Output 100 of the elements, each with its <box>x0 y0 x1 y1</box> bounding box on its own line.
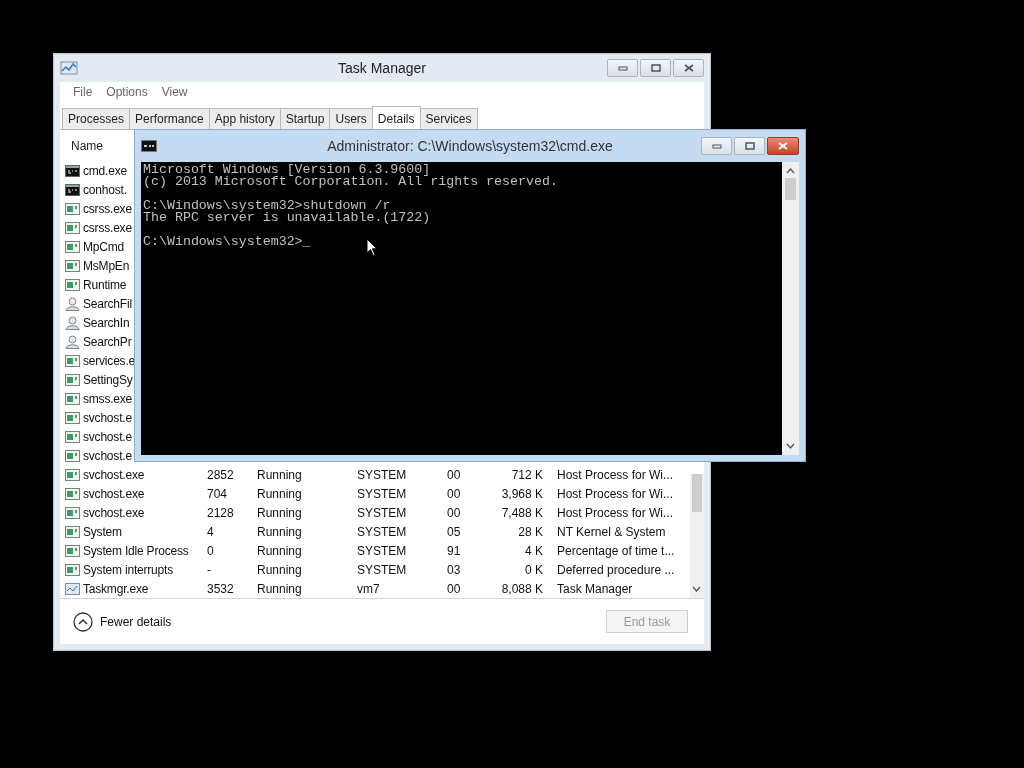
scroll-thumb[interactable] <box>692 474 702 512</box>
fewer-details-button[interactable]: Fewer details <box>73 611 172 632</box>
table-cell-text: 4 K <box>524 543 543 558</box>
table-cell: svchost.e <box>83 448 132 463</box>
table-cell-text: Running <box>257 581 303 596</box>
console-line: C:\Windows\system32>shutdown /r <box>143 198 391 213</box>
table-cell-text: Host Process for Wi... <box>557 467 675 482</box>
tab[interactable]: Services <box>419 108 478 129</box>
close-button[interactable] <box>767 137 799 155</box>
menu-item[interactable]: View <box>161 85 188 99</box>
maximize-icon <box>744 142 755 150</box>
table-cell: smss.exe <box>83 391 133 406</box>
window-icon <box>65 506 80 519</box>
table-cell-text: 00 <box>447 581 462 596</box>
close-icon <box>683 64 694 72</box>
table-cell-text: - <box>207 562 212 577</box>
person-icon <box>65 334 80 349</box>
close-icon <box>778 142 788 150</box>
table-cell-text: 00 <box>447 505 462 520</box>
tab[interactable]: Performance <box>129 108 210 129</box>
menu-item[interactable]: Options <box>106 85 148 99</box>
maximize-icon <box>650 64 661 72</box>
table-cell-text: Host Process for Wi... <box>557 486 675 501</box>
console-line: Microsoft Windows [Version 6.3.9600] <box>143 162 431 177</box>
window-icon <box>65 278 80 291</box>
table-cell-text: 0 K <box>524 562 543 577</box>
table-cell-text: Deferred procedure ... <box>557 562 676 577</box>
table-cell-text: 8,088 K <box>500 581 543 596</box>
table-cell-text: 2852 <box>207 467 235 482</box>
table-cell-text: Host Process for Wi... <box>557 505 675 520</box>
column-header[interactable]: Name <box>71 138 103 153</box>
table-cell-text: Running <box>257 467 303 482</box>
table-cell-text: 03 <box>447 562 462 577</box>
table-cell-text: svchost.exe <box>83 486 146 501</box>
menu-item[interactable]: File <box>73 85 93 99</box>
window-title: Administrator: C:\Windows\system32\cmd.exe <box>327 138 613 154</box>
table-cell: svchost.e <box>83 410 132 425</box>
console-icon <box>65 183 80 196</box>
table-cell-text: 2128 <box>207 505 235 520</box>
minimize-icon <box>617 65 628 71</box>
table-cell-text: svchost.exe <box>83 467 146 482</box>
table-cell-text: 3,968 K <box>500 486 543 501</box>
table-cell: svchost.e <box>83 429 132 444</box>
table-cell-text: vm7 <box>357 581 381 596</box>
console-icon <box>141 140 157 152</box>
minimize-button[interactable] <box>701 137 732 155</box>
table-cell-text: 05 <box>447 524 462 539</box>
window-icon <box>65 373 80 386</box>
table-cell-text: 91 <box>447 543 462 558</box>
table-cell-text: 3532 <box>207 581 235 596</box>
minimize-button[interactable] <box>607 59 638 77</box>
window-icon <box>65 240 80 253</box>
window-icon <box>65 487 80 500</box>
table-cell: Runtime <box>83 277 127 292</box>
window-icon <box>65 221 80 234</box>
table-cell-text: 28 K <box>517 524 543 539</box>
mouse-pointer-icon <box>366 238 378 257</box>
table-cell-text: System interrupts <box>83 562 174 577</box>
window-icon <box>65 563 80 576</box>
chart-icon <box>60 61 78 75</box>
table-cell-text: System Idle Process <box>83 543 190 558</box>
table-cell-text: SYSTEM <box>357 467 408 482</box>
text-cursor: _ <box>302 234 311 249</box>
window-icon <box>65 430 80 443</box>
person-icon <box>65 296 80 311</box>
table-cell-text: SYSTEM <box>357 505 408 520</box>
window-icon <box>65 202 80 215</box>
table-cell-text: svchost.exe <box>83 505 146 520</box>
window-icon <box>65 411 80 424</box>
person-icon <box>65 315 80 330</box>
table-cell-text: Running <box>257 562 303 577</box>
table-cell: SettingSy <box>83 372 133 387</box>
table-cell: MpCmd <box>83 239 124 254</box>
table-cell-text: SYSTEM <box>357 524 408 539</box>
maximize-button[interactable] <box>734 137 765 155</box>
tab[interactable]: Startup <box>279 108 331 129</box>
table-cell-text: Running <box>257 543 303 558</box>
table-cell-text: Percentage of time t... <box>557 543 676 558</box>
table-cell: conhost. <box>83 182 127 197</box>
scrollbar[interactable] <box>782 162 799 455</box>
scrollbar[interactable] <box>690 474 704 598</box>
table-cell-text: SYSTEM <box>357 543 408 558</box>
table-cell-text: 00 <box>447 467 462 482</box>
console-icon <box>65 164 80 177</box>
table-cell: csrss.exe <box>83 201 132 216</box>
tab[interactable]: Processes <box>62 108 131 129</box>
table-cell: SearchPr <box>83 334 132 349</box>
table-cell-text: 00 <box>447 486 462 501</box>
tab[interactable]: App history <box>208 108 281 129</box>
table-cell: services.e <box>83 353 136 368</box>
table-cell-text: System <box>83 524 123 539</box>
maximize-button[interactable] <box>640 59 671 77</box>
scroll-thumb[interactable] <box>785 178 796 200</box>
table-cell-text: SYSTEM <box>357 486 408 501</box>
window-icon <box>65 354 80 367</box>
close-button[interactable] <box>673 59 704 77</box>
table-cell-text: NT Kernel & System <box>557 524 667 539</box>
window-icon <box>65 544 80 557</box>
window-icon <box>65 525 80 538</box>
tab[interactable]: Users <box>329 108 373 129</box>
